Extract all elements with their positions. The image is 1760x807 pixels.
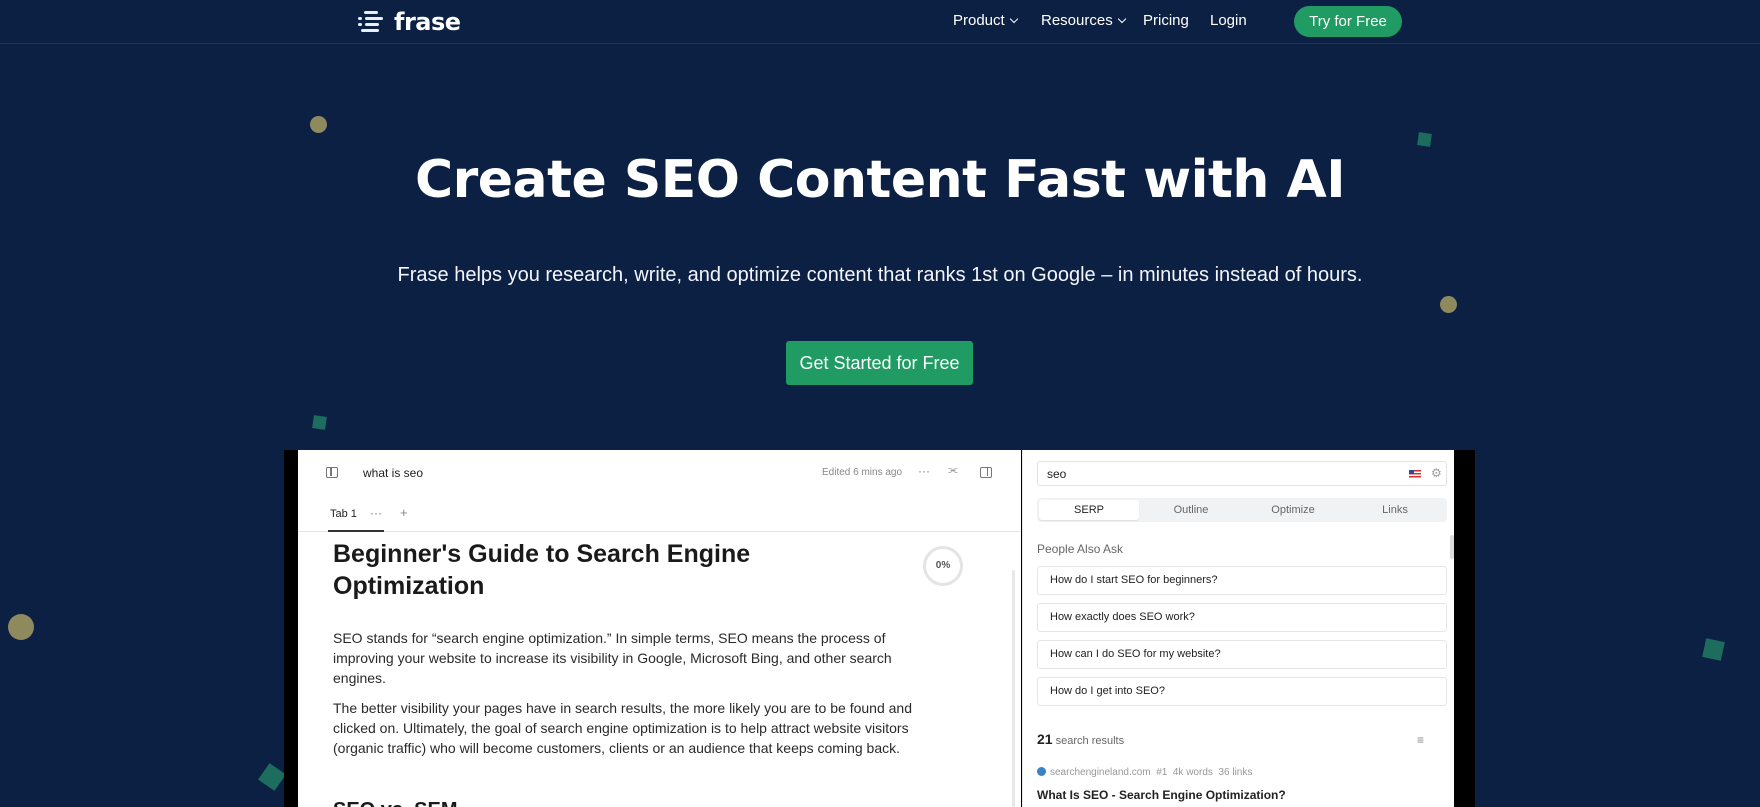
get-started-button[interactable]: Get Started for Free [786,341,973,385]
share-icon[interactable]: ⫘ [948,464,958,477]
chevron-down-icon [1117,14,1126,24]
nav-product[interactable]: Product [953,12,1018,29]
tab-serp[interactable]: SERP [1039,500,1139,520]
query-value: seo [1047,467,1067,481]
result-meta: searchengineland.com #1 4k words 36 link… [1037,767,1252,778]
people-also-ask-title: People Also Ask [1037,542,1124,556]
confetti-square [1417,132,1432,147]
nav-login[interactable]: Login [1210,12,1247,29]
paa-question[interactable]: How do I get into SEO? [1037,677,1447,706]
frase-logo[interactable]: frase [358,8,461,36]
nav-product-label: Product [953,12,1005,29]
confetti-square [1702,638,1725,661]
research-panel: seo ⚙ SERP Outline Optimize Links People… [1022,450,1454,807]
query-input[interactable]: seo ⚙ [1037,461,1447,486]
top-nav: frase Product Resources Pricing Login Tr… [0,0,1760,44]
search-results-count: 21 search results [1037,731,1124,747]
document-editor: what is seo Edited 6 mins ago ··· ⫘ Tab … [298,450,1021,807]
document-tabs: Tab 1 ··· + [298,505,1021,532]
panel-scrollbar[interactable] [1450,535,1454,559]
result-words: 4k words [1172,767,1213,778]
panel-toggle-icon[interactable] [980,467,992,478]
results-number: 21 [1037,731,1053,747]
hero-title: Create SEO Content Fast with AI [414,150,1346,210]
confetti-square [258,763,286,791]
sidebar-toggle-icon[interactable] [326,467,338,478]
paa-question[interactable]: How do I start SEO for beginners? [1037,566,1447,595]
app-preview: what is seo Edited 6 mins ago ··· ⫘ Tab … [284,450,1475,807]
result-links: 36 links [1218,767,1253,778]
paa-question[interactable]: How can I do SEO for my website? [1037,640,1447,669]
us-flag-icon[interactable] [1409,470,1421,478]
editor-scrollbar[interactable] [1012,570,1015,807]
document-paragraph[interactable]: The better visibility your pages have in… [333,698,913,758]
chevron-down-icon [1009,14,1018,24]
confetti-dot [310,116,327,133]
site-favicon-icon [1037,767,1046,776]
document-name[interactable]: what is seo [363,466,423,480]
try-for-free-button[interactable]: Try for Free [1294,6,1402,37]
nav-resources[interactable]: Resources [1041,12,1126,29]
edited-status: Edited 6 mins ago [822,467,903,478]
add-tab-icon[interactable]: + [400,505,408,520]
tab-outline[interactable]: Outline [1141,500,1241,520]
content-score: 0% [923,546,963,586]
confetti-square [312,415,327,430]
result-rank: #1 [1156,767,1168,778]
confetti-dot [8,614,34,640]
paa-question[interactable]: How exactly does SEO work? [1037,603,1447,632]
gear-icon[interactable]: ⚙ [1431,466,1442,480]
result-domain[interactable]: searchengineland.com [1050,767,1151,778]
document-heading[interactable]: Beginner's Guide to Search Engine Optimi… [333,538,853,602]
editor-toolbar: what is seo Edited 6 mins ago ··· ⫘ [298,450,1021,496]
logo-text: frase [394,8,461,36]
document-paragraph[interactable]: SEO stands for “search engine optimizati… [333,628,913,688]
nav-pricing[interactable]: Pricing [1143,12,1189,29]
tab-optimize[interactable]: Optimize [1243,500,1343,520]
hero-subtitle: Frase helps you research, write, and opt… [397,264,1363,286]
more-options-icon[interactable]: ··· [918,464,930,478]
document-subheading[interactable]: SEO vs. SEM [333,799,458,807]
filter-icon[interactable]: ≡ [1417,733,1424,747]
panel-tabs: SERP Outline Optimize Links [1037,498,1447,522]
frase-logo-icon [358,9,386,35]
result-title[interactable]: What Is SEO - Search Engine Optimization… [1037,788,1286,802]
tab-links[interactable]: Links [1345,500,1445,520]
tab-options-icon[interactable]: ··· [370,506,382,520]
confetti-dot [1440,296,1457,313]
nav-resources-label: Resources [1041,12,1113,29]
results-label: search results [1055,735,1125,747]
